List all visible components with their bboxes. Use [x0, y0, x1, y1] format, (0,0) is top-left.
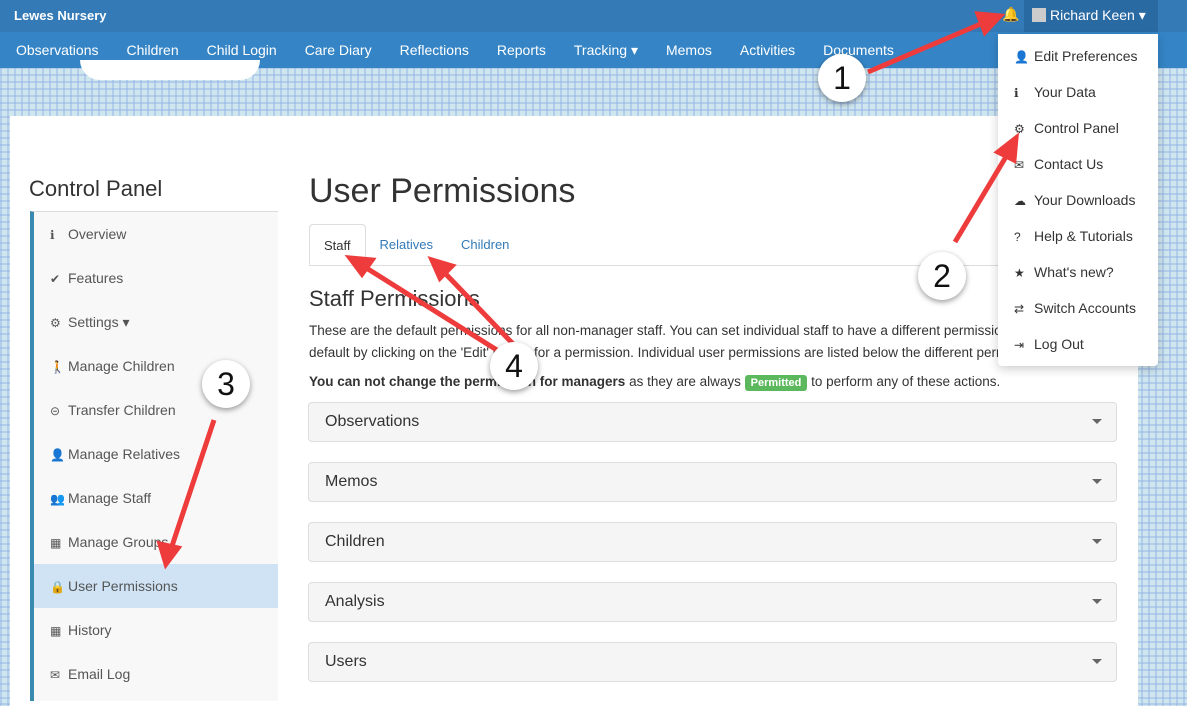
callout-4: 4 — [490, 342, 538, 390]
callout-2: 2 — [918, 252, 966, 300]
callout-3: 3 — [202, 360, 250, 408]
callout-1: 1 — [818, 54, 866, 102]
annotation-arrows — [156, 11, 1020, 570]
